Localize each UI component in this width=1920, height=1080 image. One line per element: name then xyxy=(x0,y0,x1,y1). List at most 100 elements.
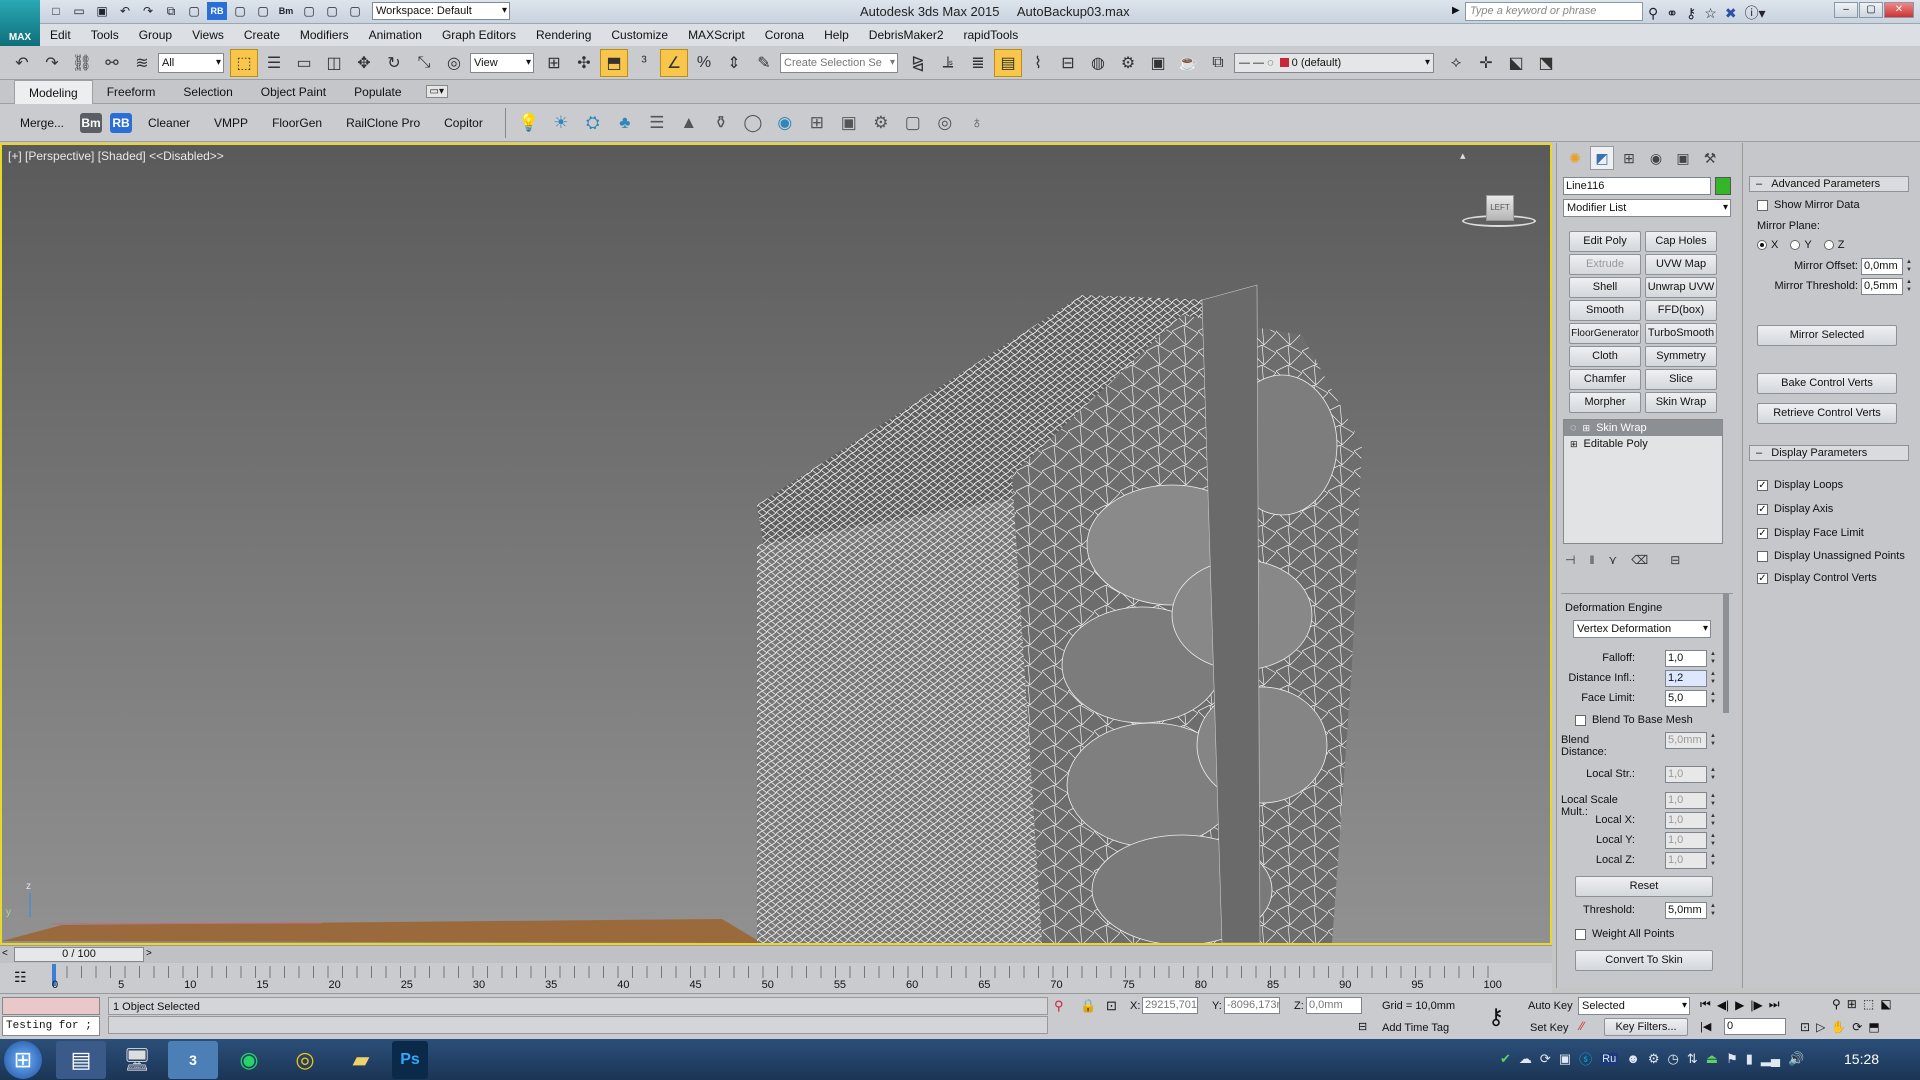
go-to-start-icon[interactable]: ⏮ xyxy=(1700,997,1711,1012)
vfb-icon[interactable]: ▣ xyxy=(836,110,862,136)
chamfer-button[interactable]: Chamfer xyxy=(1569,369,1641,390)
pin-stack-icon[interactable]: ⊣ xyxy=(1565,553,1575,567)
unlink-icon[interactable]: ⚯ xyxy=(98,49,126,77)
remove-modifier-icon[interactable]: ⌫ xyxy=(1631,553,1648,567)
absolute-mode-icon[interactable]: ⊡ xyxy=(1106,998,1117,1014)
minimize-button[interactable]: – xyxy=(1834,2,1858,18)
layer-manager-icon[interactable]: ≣ xyxy=(964,49,992,77)
undo-icon[interactable]: ↶ xyxy=(115,2,135,20)
display-control-verts-checkbox[interactable]: ✓ xyxy=(1757,572,1768,584)
layer-select-icon[interactable]: ⬕ xyxy=(1502,49,1530,77)
move-icon[interactable]: ✥ xyxy=(350,49,378,77)
scale-icon[interactable]: ⤡ xyxy=(410,49,438,77)
blend-checkbox[interactable] xyxy=(1575,714,1586,726)
menu-create[interactable]: Create xyxy=(234,24,290,46)
menu-corona[interactable]: Corona xyxy=(755,24,814,46)
volume-icon[interactable]: 🔊 xyxy=(1788,1051,1804,1067)
star-icon[interactable]: ☆ xyxy=(1704,5,1717,22)
display-unassigned-points[interactable]: Display Unassigned Points xyxy=(1757,545,1905,567)
menu-animation[interactable]: Animation xyxy=(359,24,432,46)
select-object-icon[interactable]: ⬚ xyxy=(230,48,258,77)
maxscript-listener-white[interactable]: Testing for ; xyxy=(2,1016,100,1036)
render-teapot-icon[interactable]: ☕ xyxy=(1174,49,1202,77)
open-file-icon[interactable]: ▭ xyxy=(69,2,89,20)
morpher-button[interactable]: Morpher xyxy=(1569,392,1641,413)
close-button[interactable]: ✕ xyxy=(1884,2,1914,18)
tab-object-paint[interactable]: Object Paint xyxy=(247,80,340,104)
key-selection-dropdown[interactable]: Selected xyxy=(1578,997,1690,1015)
mirror-selected-button[interactable]: Mirror Selected xyxy=(1757,325,1897,346)
threshold-arrows[interactable]: ▲ ▼ xyxy=(1709,902,1717,919)
weight-checkbox[interactable] xyxy=(1575,928,1586,940)
modifier-list-dropdown[interactable]: Modifier List xyxy=(1563,199,1731,217)
skype-icon[interactable]: ⓢ xyxy=(1579,1049,1592,1068)
tab-modeling[interactable]: Modeling xyxy=(14,79,93,104)
menu-views[interactable]: Views xyxy=(182,24,234,46)
camera-icon[interactable]: ⛭ xyxy=(580,110,606,136)
local-y-arrows[interactable]: ▲ ▼ xyxy=(1709,832,1717,849)
language-indicator[interactable]: Ru xyxy=(1600,1052,1619,1065)
computer-app-icon[interactable]: 🖥 xyxy=(112,1041,162,1079)
threshold-spinner[interactable]: 5,0mm xyxy=(1665,902,1707,919)
floorgenerator-button[interactable]: FloorGenerator xyxy=(1569,323,1641,344)
local-str-arrows[interactable]: ▲ ▼ xyxy=(1709,766,1717,783)
radio-z[interactable]: Z xyxy=(1823,239,1844,251)
skin-wrap-button[interactable]: Skin Wrap xyxy=(1645,392,1717,413)
zoom-extents-all-icon[interactable]: ⬕ xyxy=(1880,997,1891,1011)
x-coord-field[interactable]: 29215,701 xyxy=(1142,997,1198,1014)
angle-snap-icon[interactable]: ∠ xyxy=(660,48,688,77)
cleaner-button[interactable]: Cleaner xyxy=(136,104,202,142)
set-key-mode-icon[interactable]: ⚷ xyxy=(1488,1004,1504,1030)
ffd-box-button[interactable]: FFD(box) xyxy=(1645,300,1717,321)
stack-item-editable-poly[interactable]: ⊞ Editable Poly xyxy=(1564,436,1722,452)
cap-holes-button[interactable]: Cap Holes xyxy=(1645,231,1717,252)
taskbar-clock[interactable]: 15:28 xyxy=(1844,1051,1879,1067)
zoom-all-icon[interactable]: ⊞ xyxy=(1847,997,1857,1011)
deformation-engine-dropdown[interactable]: Vertex Deformation xyxy=(1573,620,1711,638)
lock-icon[interactable]: 🔒 xyxy=(1080,998,1096,1014)
percent-snap-icon[interactable]: % xyxy=(690,49,718,77)
falloff-spinner[interactable]: 1,0 xyxy=(1665,650,1707,667)
expand-icon[interactable]: ⊞ xyxy=(1570,439,1578,450)
add-time-tag[interactable]: Add Time Tag xyxy=(1382,1022,1449,1034)
selection-filter-dropdown[interactable]: All xyxy=(158,52,224,73)
menu-group[interactable]: Group xyxy=(129,24,182,46)
bind-spacewarp-icon[interactable]: ≋ xyxy=(128,49,156,77)
link-icon[interactable]: ⛓ xyxy=(68,49,96,77)
window2-icon[interactable]: ▢ xyxy=(253,2,273,20)
next-frame-icon[interactable]: |▶ xyxy=(1750,998,1762,1012)
rect-selection-icon[interactable]: ▭ xyxy=(290,49,318,77)
hierarchy-tab-icon[interactable]: ⊞ xyxy=(1617,146,1641,170)
display-parameters-header[interactable]: – Display Parameters xyxy=(1749,445,1909,461)
y-coord-field[interactable]: -8096,173r xyxy=(1224,997,1280,1014)
frame-buffer-icon[interactable]: ⊞ xyxy=(804,110,830,136)
prev-frame-icon[interactable]: < xyxy=(2,948,8,959)
search-input[interactable]: Type a keyword or phrase xyxy=(1465,2,1643,21)
project-icon[interactable]: ▢ xyxy=(184,2,204,20)
clock-app-icon[interactable]: ◷ xyxy=(1668,1051,1679,1067)
unwrap-uvw-button[interactable]: Unwrap UVW xyxy=(1645,277,1717,298)
pivot-center-icon[interactable]: ⊞ xyxy=(540,49,568,77)
layer-props-icon[interactable]: ⬔ xyxy=(1532,49,1560,77)
3dsmax-app-icon[interactable]: 3 xyxy=(168,1040,218,1079)
sphere-icon[interactable]: ◯ xyxy=(740,110,766,136)
falloff-arrows[interactable]: ▲ ▼ xyxy=(1709,650,1717,667)
schematic-view-icon[interactable]: ⊟ xyxy=(1054,49,1082,77)
local-z-arrows[interactable]: ▲ ▼ xyxy=(1709,852,1717,869)
usb-icon[interactable]: ⏏ xyxy=(1706,1051,1718,1067)
bm-button[interactable]: Bm xyxy=(80,112,103,133)
local-scale-spinner[interactable]: 1,0 xyxy=(1665,792,1707,809)
show-mirror-data[interactable]: Show Mirror Data xyxy=(1757,199,1860,211)
explorer-app-icon[interactable]: ▤ xyxy=(56,1040,106,1079)
local-scale-arrows[interactable]: ▲ ▼ xyxy=(1709,792,1717,809)
z-coord-field[interactable]: 0,0mm xyxy=(1306,997,1362,1014)
display-axis-checkbox[interactable]: ✓ xyxy=(1757,503,1768,515)
whatsapp-app-icon[interactable]: ◉ xyxy=(224,1041,274,1079)
light-bulb-icon[interactable]: 💡 xyxy=(516,110,542,136)
menu-edit[interactable]: Edit xyxy=(40,24,81,46)
blend-distance-spinner[interactable]: 5,0mm xyxy=(1665,732,1707,749)
ref-coord-dropdown[interactable]: View xyxy=(470,52,534,73)
maximize-viewport-icon[interactable]: ⬒ xyxy=(1868,1020,1879,1034)
display-axis[interactable]: ✓ Display Axis xyxy=(1757,497,1905,521)
menu-tools[interactable]: Tools xyxy=(81,24,129,46)
